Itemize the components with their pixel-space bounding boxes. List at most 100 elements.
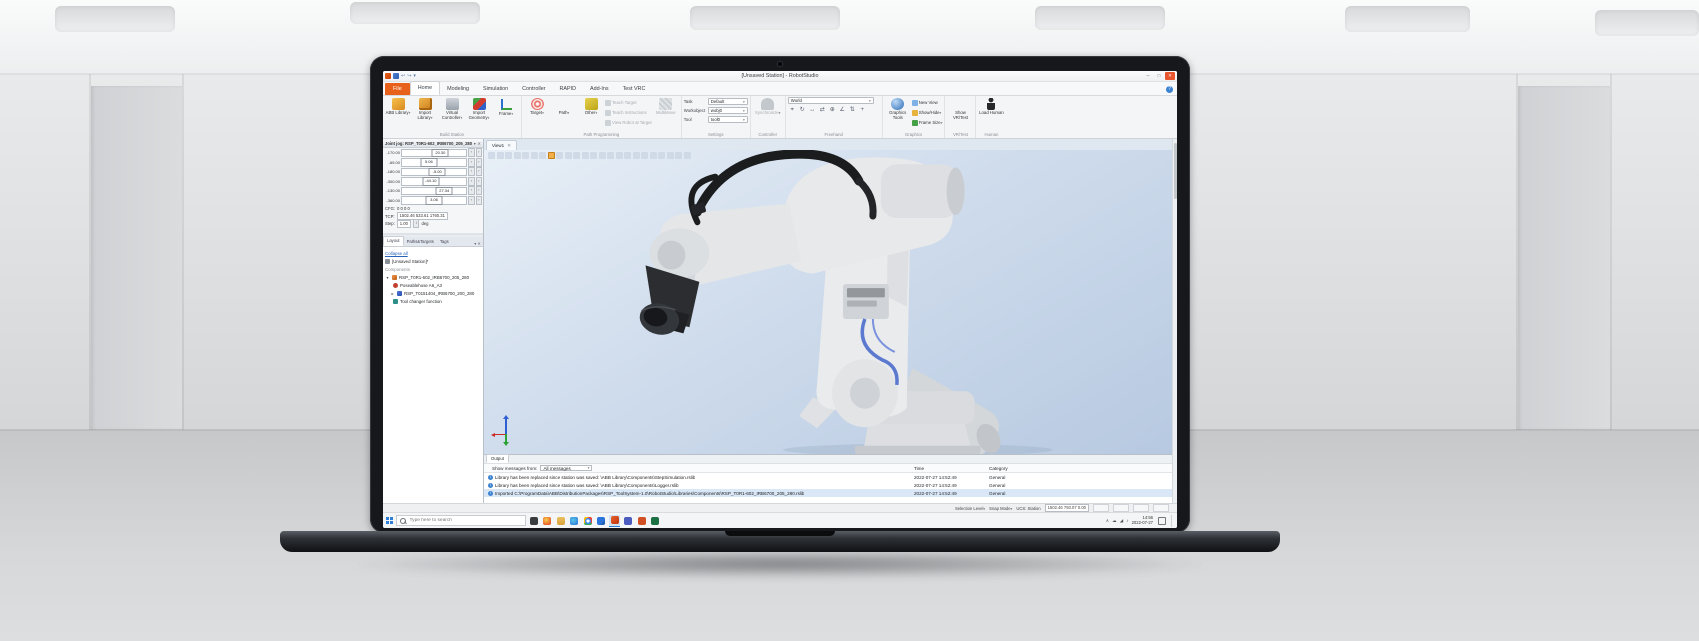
joint-decrement-button[interactable]: ‹ <box>468 167 475 177</box>
multimove-button[interactable]: MultiMove <box>653 97 679 116</box>
synchronize-button[interactable]: Synchronize <box>753 97 783 116</box>
save-icon[interactable] <box>393 73 399 79</box>
volume-icon[interactable]: ♪ <box>1126 518 1128 523</box>
undo-icon[interactable]: ↩ <box>401 73 405 79</box>
step-spinner[interactable]: ↕ <box>412 219 420 229</box>
step-input[interactable]: 1.00 <box>396 219 411 228</box>
tab-controller[interactable]: Controller <box>515 83 552 95</box>
joint-decrement-button[interactable]: ‹ <box>468 148 475 158</box>
onedrive-cloud-icon[interactable]: ☁ <box>1112 518 1117 524</box>
help-icon[interactable]: ? <box>1166 86 1173 93</box>
view-close-icon[interactable]: ✕ <box>507 141 511 150</box>
tool-changer-node[interactable]: Tool changer function <box>385 297 481 305</box>
joint-slider[interactable]: -5.00 <box>401 167 467 176</box>
more-freehand-icon[interactable]: + <box>858 106 867 115</box>
minimize-button[interactable]: ─ <box>1143 72 1153 80</box>
collapse-all-link[interactable]: Collapse all <box>385 251 408 256</box>
frame-size-button[interactable]: Frame Size <box>911 118 943 127</box>
vertical-scrollbar[interactable] <box>1172 139 1177 503</box>
notification-center-icon[interactable] <box>1158 516 1166 525</box>
snap-mode-dropdown[interactable]: Snap Mode <box>989 506 1012 511</box>
taskbar-icon-folder[interactable] <box>555 515 566 527</box>
expand-expander-icon[interactable]: ▸ <box>390 291 395 296</box>
multirobot-jog-icon[interactable]: ∠ <box>838 106 847 115</box>
output-row[interactable]: i Library has been replaced since station… <box>484 473 1172 481</box>
target-button[interactable]: Target <box>524 97 550 116</box>
panel-menu-icon[interactable]: ▾ <box>474 141 476 146</box>
output-row[interactable]: i Library has been replaced since station… <box>484 481 1172 489</box>
joint-increment-button[interactable]: › <box>475 148 482 158</box>
joint-slider[interactable]: 20.30 <box>401 148 467 157</box>
tab-simulation[interactable]: Simulation <box>476 83 515 95</box>
show-vr-button[interactable]: Show VR/Test <box>947 97 973 120</box>
tab-file[interactable]: File <box>385 83 410 95</box>
taskbar-icon-firefox[interactable] <box>542 515 553 527</box>
taskbar-icon-excel[interactable] <box>650 515 661 527</box>
station-node[interactable]: [Unsaved Station]* <box>385 257 481 265</box>
tab-layout[interactable]: Layout <box>383 236 404 246</box>
joint-increment-button[interactable]: › <box>475 176 482 186</box>
panel-close-icon[interactable]: ✕ <box>477 141 481 146</box>
other-button[interactable]: Other <box>578 97 604 116</box>
jog-joint-icon[interactable]: ↔ <box>808 106 817 115</box>
joint-decrement-button[interactable]: ‹ <box>468 186 475 196</box>
joint-increment-button[interactable]: › <box>475 167 482 177</box>
network-icon[interactable]: ◢ <box>1120 518 1124 524</box>
taskbar-icon-robotstudio-active[interactable] <box>609 514 620 527</box>
chevron-up-icon[interactable]: ∧ <box>1106 518 1109 524</box>
taskbar-clock[interactable]: 14:56 2022-07-27 <box>1132 515 1153 526</box>
joint-decrement-button[interactable]: ‹ <box>468 157 475 167</box>
jog-reorient-icon[interactable]: ⊕ <box>828 106 837 115</box>
selection-level-dropdown[interactable]: Selection Level <box>955 506 985 511</box>
show-hide-button[interactable]: Show/Hide <box>911 108 943 117</box>
hose-node[interactable]: Poseablehose A6_A3 <box>385 281 481 289</box>
tab-rapid[interactable]: RAPID <box>553 83 583 95</box>
taskbar-search[interactable] <box>395 515 526 526</box>
joint-slider[interactable]: -44.10 <box>401 177 467 186</box>
redo-icon[interactable]: ↪ <box>407 73 411 79</box>
panel-pin-icon[interactable]: ▾ ✕ <box>474 241 483 246</box>
view-robot-at-target-button[interactable]: View Robot at Target <box>605 118 652 127</box>
tab-modeling[interactable]: Modeling <box>440 83 476 95</box>
abb-library-button[interactable]: ABB Library <box>385 97 411 116</box>
taskbar-icon-teams[interactable] <box>623 515 634 527</box>
tool-robot-node[interactable]: ▸ RSP_T0151404_IRB6700_200_280 <box>385 289 481 297</box>
move-tool-icon[interactable]: ⌖ <box>788 106 797 115</box>
tab-addins[interactable]: Add-Ins <box>583 83 616 95</box>
message-filter-select[interactable]: All messages <box>540 464 593 472</box>
category-column-header[interactable]: Category <box>989 466 1049 471</box>
taskbar-icon-task-view[interactable] <box>528 515 539 527</box>
joint-increment-button[interactable]: › <box>475 157 482 167</box>
view1-tab[interactable]: View1 ✕ <box>486 140 517 150</box>
joint-slider[interactable]: 5.06 <box>401 158 467 167</box>
show-desktop-button[interactable] <box>1171 514 1174 527</box>
rotate-tool-icon[interactable]: ↻ <box>798 106 807 115</box>
close-button[interactable]: ✕ <box>1165 72 1175 80</box>
tool-select[interactable]: tool0 <box>707 116 748 123</box>
workobject-select[interactable]: wobj0 <box>707 107 748 114</box>
graphics-tools-button[interactable]: Graphics Tools <box>885 97 911 120</box>
teach-instructions-button[interactable]: Teach Instructions <box>605 108 652 117</box>
teach-target-button[interactable]: Teach Target <box>605 98 652 107</box>
scrollbar-thumb[interactable] <box>1174 143 1177 199</box>
new-view-button[interactable]: New View <box>911 98 943 107</box>
time-column-header[interactable]: Time <box>914 466 984 471</box>
virtual-controller-button[interactable]: Virtual Controller <box>439 97 465 120</box>
taskbar-icon-chrome[interactable] <box>582 515 593 527</box>
joint-decrement-button[interactable]: ‹ <box>468 176 475 186</box>
task-select[interactable]: Default <box>707 98 748 105</box>
viewport-canvas[interactable] <box>484 150 1172 454</box>
freehand-reference-select[interactable]: World <box>787 97 874 104</box>
start-button[interactable] <box>386 517 393 524</box>
tab-tags[interactable]: Tags <box>437 238 452 246</box>
robot-node[interactable]: ▾ RSP_T0R1-602_IRB6700_205_280 <box>385 273 481 281</box>
joint-jog-header[interactable]: Joint jog: RSP_T0R1-602_IRB6700_205_280 ▾… <box>383 139 483 148</box>
joint-slider[interactable]: 27.34 <box>401 186 467 195</box>
output-row-selected[interactable]: i Imported C:\ProgramData\ABB\Distributio… <box>484 489 1172 497</box>
path-button[interactable]: Path <box>551 97 577 116</box>
tab-paths-targets[interactable]: Paths&Targets <box>404 238 437 246</box>
taskbar-icon-edge[interactable] <box>569 515 580 527</box>
load-human-button[interactable]: Load Human <box>978 97 1004 116</box>
maximize-button[interactable]: □ <box>1154 72 1164 80</box>
tab-test-vrc[interactable]: Test VRC <box>616 83 653 95</box>
